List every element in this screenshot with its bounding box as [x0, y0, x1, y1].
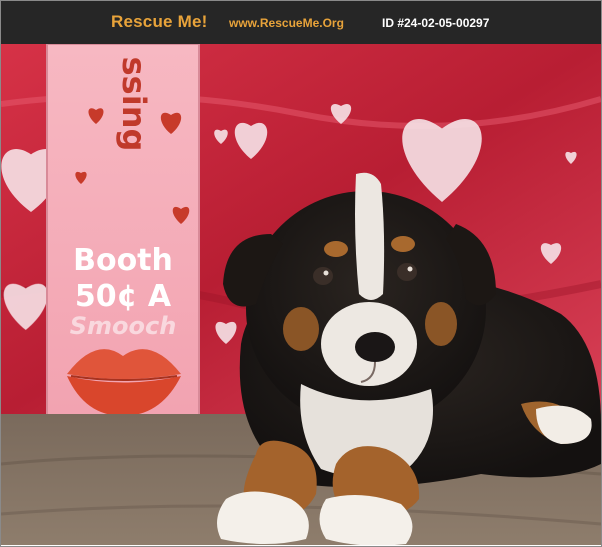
- eye-glint: [323, 270, 329, 276]
- header-bar: Rescue Me! www.RescueMe.Org ID #24-02-05…: [1, 1, 601, 44]
- tan-cheek-left: [283, 307, 319, 351]
- pet-photo-image: ssing Booth 50¢ A Smooch: [1, 44, 601, 545]
- puppy-nose: [355, 332, 395, 362]
- sign-line-top: ssing: [115, 57, 153, 152]
- puppy-blaze: [355, 172, 385, 300]
- pet-photo: ssing Booth 50¢ A Smooch: [1, 44, 601, 545]
- brand-logo[interactable]: Rescue Me!: [111, 12, 207, 32]
- site-url[interactable]: www.RescueMe.Org: [229, 16, 344, 30]
- puppy-eye-right: [397, 263, 417, 281]
- tan-eyebrow-right: [391, 236, 415, 252]
- sign-word-smooch: Smooch: [70, 312, 177, 340]
- pet-id: ID #24-02-05-00297: [382, 16, 490, 30]
- eye-glint: [407, 266, 413, 272]
- tan-eyebrow-left: [324, 241, 348, 257]
- sign-price-line: 50¢ A: [75, 279, 172, 314]
- puppy-eye-left: [313, 267, 333, 285]
- tan-cheek-right: [425, 302, 457, 346]
- sign-word-booth: Booth: [73, 243, 173, 278]
